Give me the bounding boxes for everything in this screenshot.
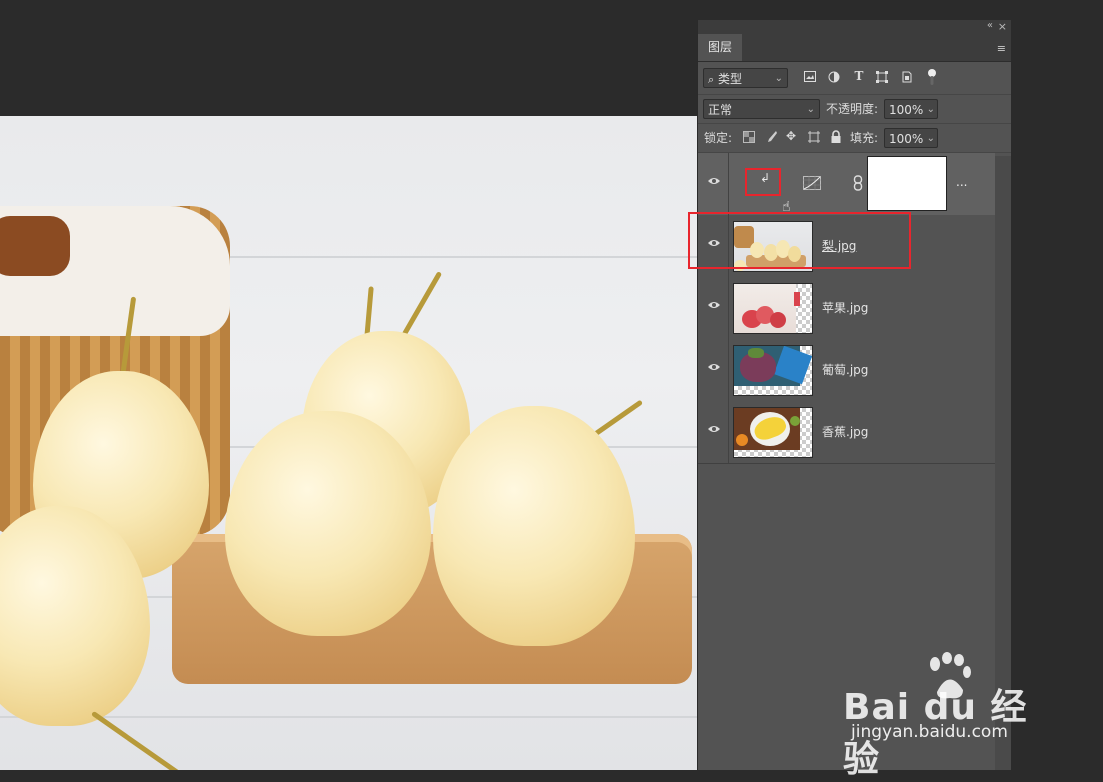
layer-row[interactable]: 葡萄.jpg	[698, 339, 995, 402]
fill-field[interactable]: 100% ⌄	[884, 128, 938, 148]
layer-row[interactable]: 香蕉.jpg	[698, 401, 995, 464]
lock-position-icon[interactable]: ✥	[783, 129, 799, 143]
lock-all-icon[interactable]	[828, 130, 844, 147]
lock-artboard-icon[interactable]	[806, 130, 822, 147]
pear	[433, 406, 635, 646]
layer-name[interactable]: 苹果.jpg	[822, 277, 868, 339]
adjustment-filter-icon[interactable]	[826, 71, 842, 86]
lock-label: 锁定:	[704, 131, 733, 145]
tab-layers[interactable]: 图层	[698, 34, 743, 61]
lock-image-pixels-icon[interactable]	[763, 130, 779, 147]
filter-toggle-icon[interactable]	[924, 68, 940, 89]
panel-header: « ×	[698, 20, 1011, 34]
pear-stem	[90, 710, 184, 770]
lock-transparent-pixels-icon[interactable]	[741, 131, 757, 146]
blend-mode-value: 正常	[708, 103, 733, 117]
clipping-mask-arrow-icon: ↲	[760, 171, 771, 185]
fill-label: 填充:	[850, 131, 879, 145]
layer-divider	[728, 339, 729, 401]
search-icon: ⌕	[708, 73, 715, 86]
layer-divider	[728, 153, 729, 215]
opacity-field[interactable]: 100% ⌄	[884, 99, 938, 119]
basket-handle	[0, 216, 70, 276]
adjustment-layer-row[interactable]: ↲ ... ☝	[698, 153, 995, 216]
visibility-eye-icon[interactable]	[706, 361, 722, 377]
opacity-label: 不透明度:	[826, 102, 879, 116]
curves-adjustment-icon[interactable]	[803, 175, 821, 194]
type-filter-icon[interactable]: T	[851, 69, 867, 83]
layer-divider	[728, 277, 729, 339]
shape-filter-icon[interactable]	[874, 71, 890, 86]
opacity-value: 100%	[889, 103, 924, 117]
layer-name[interactable]: 葡萄.jpg	[822, 339, 868, 401]
canvas-photo	[0, 116, 697, 770]
filter-kind-dropdown[interactable]: ⌕ 类型 ⌄	[703, 68, 788, 88]
pear	[225, 411, 431, 636]
chevron-down-icon: ⌄	[774, 73, 783, 84]
filter-row: ⌕ 类型 ⌄ T	[698, 62, 1011, 95]
more-options[interactable]: ...	[956, 175, 967, 189]
layer-row[interactable]: 苹果.jpg	[698, 277, 995, 340]
mask-link-icon[interactable]	[853, 175, 863, 195]
visibility-eye-icon[interactable]	[706, 423, 722, 439]
chevron-down-icon: ⌄	[926, 104, 935, 115]
smart-object-filter-icon[interactable]	[899, 71, 915, 86]
image-filter-icon[interactable]	[802, 71, 818, 85]
pear-stem	[591, 399, 644, 439]
chevron-down-icon: ⌄	[926, 133, 935, 144]
layer-mask-thumbnail[interactable]	[867, 156, 947, 211]
visibility-eye-icon[interactable]	[706, 299, 722, 315]
baidu-jingyan-watermark: Bai du 经验 jingyan.baidu.com	[843, 652, 1043, 780]
watermark-url: jingyan.baidu.com	[851, 722, 1008, 742]
lock-row: 锁定: ✥ 填充: 100% ⌄	[698, 124, 1011, 153]
chevron-down-icon: ⌄	[806, 104, 815, 115]
layer-divider	[728, 401, 729, 463]
layer-thumbnail-grape	[733, 345, 813, 396]
selection-highlight-box	[688, 212, 911, 269]
panel-menu-icon[interactable]: ≡	[997, 42, 1006, 55]
layer-name[interactable]: 香蕉.jpg	[822, 401, 868, 463]
layer-thumbnail-apple	[733, 283, 813, 334]
panel-tabbar: 图层 ≡	[698, 34, 1011, 62]
visibility-eye-icon[interactable]	[706, 175, 722, 191]
layer-thumbnail-banana	[733, 407, 813, 458]
filter-kind-label: 类型	[718, 72, 743, 86]
fill-value: 100%	[889, 132, 924, 146]
collapse-panel-icon[interactable]: «	[987, 20, 993, 31]
blend-mode-dropdown[interactable]: 正常 ⌄	[703, 99, 820, 119]
blend-row: 正常 ⌄ 不透明度: 100% ⌄	[698, 95, 1011, 124]
close-panel-icon[interactable]: ×	[998, 20, 1007, 33]
